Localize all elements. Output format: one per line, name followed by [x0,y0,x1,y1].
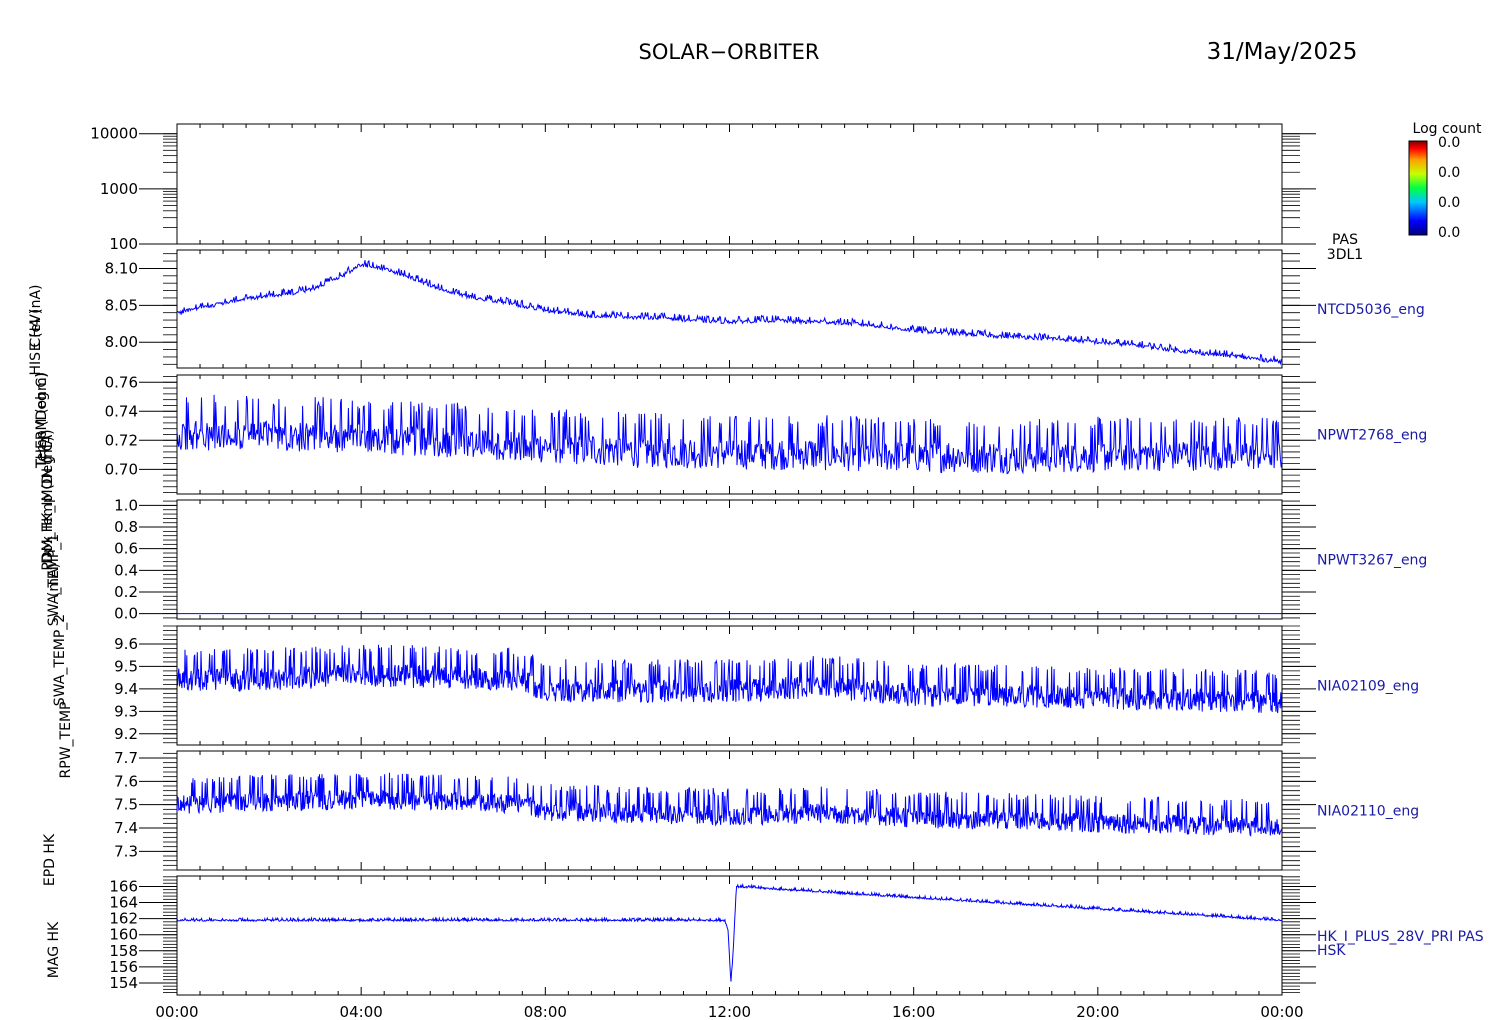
panel-label: 3DL1 [1327,247,1363,263]
panel-npwt3267: 1.0 0.8 0.6 0.4 0.2 0.0 NPWT3267_eng [114,496,1427,622]
y-tick-label: 1.0 [114,496,138,514]
chart-date: 31/May/2025 [1207,39,1358,65]
y-tick-label: 0.6 [114,540,138,558]
x-tick-label: 08:00 [524,1003,567,1020]
y-tick-label: 0.0 [114,605,138,623]
panel-label: NPWT3267_eng [1317,553,1427,569]
y-axis-title: MAG HK [46,921,62,978]
x-tick-label: 00:00 [1260,1003,1303,1020]
y-axis-title: PDM_HK_IMON (mA) [40,429,56,570]
panel-label: NTCD5036_eng [1317,302,1425,318]
y-tick-label: 0.74 [105,402,138,420]
colorbar-tick-label: 0.0 [1438,165,1460,181]
y-tick-label: 0.76 [105,373,138,391]
y-tick-label: 1000 [100,180,138,198]
y-tick-label: 7.4 [114,819,138,837]
x-tick-label: 20:00 [1076,1003,1119,1020]
x-tick-label: 12:00 [708,1003,751,1020]
series-line [176,259,1283,366]
x-tick-label: 00:00 [155,1003,198,1020]
y-tick-label: 7.6 [114,772,138,790]
series-line [176,394,1283,475]
panel-nia02109: 9.6 9.5 9.4 9.3 9.2 NIA02109_eng [114,625,1419,746]
y-tick-label: 8.00 [105,333,138,351]
stacked-panels: 10000 1000 100 PAS3DL1 8.10 8.05 8.00 NTCD5036_… [90,123,1484,1020]
colorbar-tick-label: 0.0 [1438,195,1460,211]
chart-title: SOLAR−ORBITER [638,40,819,64]
y-axis-title: RPW_TEMP [58,702,74,779]
panel-label: PAS [1332,232,1358,248]
panel-label: NPWT2768_eng [1317,428,1427,444]
panel-hk_i_plus_28v: 166164162160158156154HK_I_PLUS_28V_PRI P… [109,875,1484,1020]
panel-frame [176,499,1283,620]
panel-pas_3dl1: 10000 1000 100 PAS3DL1 [90,123,1363,263]
y-tick-label: 9.2 [114,725,138,743]
y-tick-label: 9.6 [114,635,138,653]
y-tick-label: 0.8 [114,518,138,536]
y-axis-title: (mA) [46,563,62,597]
y-tick-label: 9.5 [114,657,138,675]
y-tick-label: 9.4 [114,680,138,698]
y-tick-label: 0.70 [105,460,138,478]
panel-frame [176,875,1283,996]
colorbar-tick-label: 0.0 [1438,225,1460,241]
panel-frame [176,123,1283,245]
panel-frame [176,249,1283,369]
panel-label: NIA02109_eng [1317,679,1419,695]
y-tick-label: 0.2 [114,583,138,601]
y-tick-label: 10000 [90,125,138,143]
series-line [176,882,1283,982]
panel-label: NIA02110_eng [1317,804,1419,820]
y-tick-label: 0.4 [114,561,138,579]
y-axis-title: EPD HK [42,833,58,886]
y-tick-label: 0.72 [105,431,138,449]
x-tick-label: 16:00 [892,1003,935,1020]
series-line [176,772,1283,837]
y-tick-label: 7.7 [114,749,138,767]
panel-nia02110: 7.7 7.6 7.5 7.4 7.3 NIA02110_eng [114,749,1419,871]
colorbar-tick-label: 0.0 [1438,135,1460,151]
y-tick-label: 7.5 [114,796,138,814]
y-tick-label: 8.10 [105,259,138,277]
y-tick-label: 7.3 [114,842,138,860]
series-line [176,644,1283,714]
y-tick-label: 8.05 [105,296,138,314]
y-tick-label: 9.3 [114,702,138,720]
y-tick-label: 100 [109,235,138,253]
panel-npwt2768: 0.76 0.74 0.72 0.70 NPWT2768_eng [105,373,1427,495]
overprinted-y-axis-titles: E (eV)Temp (Deg C)Dpx Temp (Deg C)SWA_TE… [28,284,74,978]
panel-ntcd5036: 8.10 8.05 8.00 NTCD5036_eng [105,249,1425,369]
y-axis-title: SWA_TEMP_2 [52,614,68,706]
x-tick-label: 04:00 [340,1003,383,1020]
panel-label: HSK [1317,943,1346,959]
y-axis-title: HIS CH4 (nA) [28,284,44,375]
y-tick-label: 154 [109,974,138,992]
panel-frame [176,750,1283,871]
orbiter-housekeeping-chart: SOLAR−ORBITER 31/May/2025 E (eV)Temp (De… [28,39,1484,1020]
colorbar-legend: Log count 0.0 0.0 0.0 0.0 [1408,121,1482,241]
colorbar-gradient [1408,140,1428,236]
